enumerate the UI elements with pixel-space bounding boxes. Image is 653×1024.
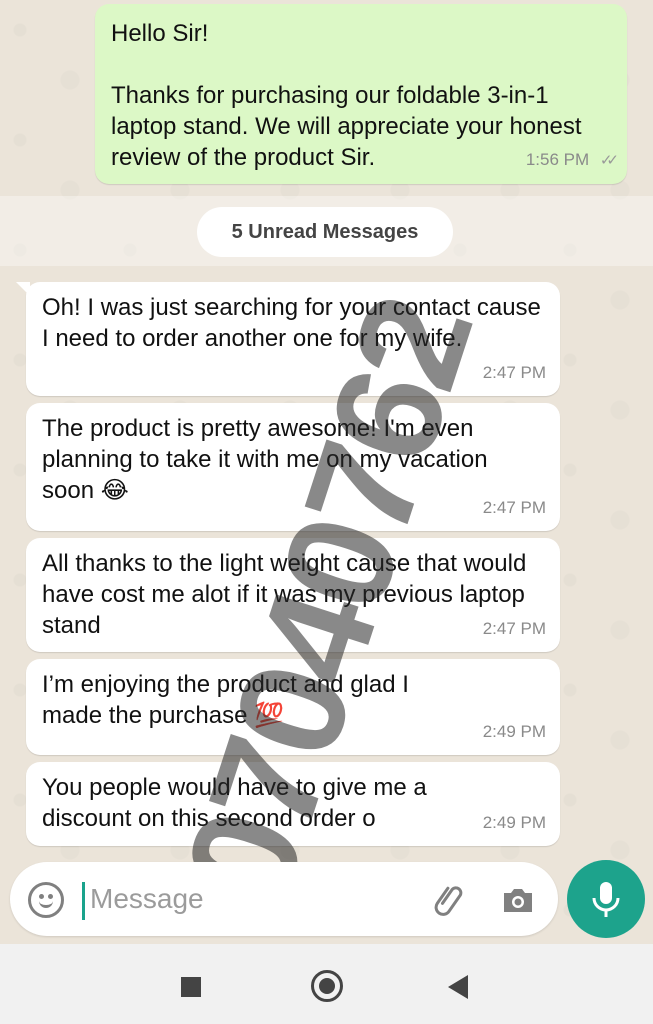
camera-svg [504, 889, 532, 912]
message-time: 2:49 PM [482, 813, 546, 832]
back-icon[interactable] [448, 975, 468, 999]
message-text: All thanks to the light weight cause tha… [42, 550, 533, 639]
message-time: 2:47 PM [482, 619, 546, 638]
message-text: I’m enjoying the product and glad I made… [42, 671, 416, 729]
message-text: You people would have to give me a disco… [42, 774, 434, 832]
unread-messages-label: 5 Unread Messages [197, 207, 453, 257]
message-time: 2:49 PM [482, 722, 546, 741]
text-cursor [82, 882, 85, 920]
chat-area: Hello Sir! Thanks for purchasing our fol… [0, 0, 653, 944]
message-time: 1:56 PM [525, 150, 590, 169]
message-composer [10, 862, 558, 936]
bubble-tail [16, 282, 30, 296]
message-text: The product is pretty awesome! I'm even … [42, 415, 495, 504]
home-icon[interactable] [311, 970, 343, 1002]
incoming-message[interactable]: I’m enjoying the product and glad I made… [26, 659, 560, 755]
message-input[interactable] [90, 876, 410, 922]
attach-icon[interactable] [430, 880, 470, 920]
incoming-message[interactable]: You people would have to give me a disco… [26, 762, 560, 846]
incoming-message[interactable]: Oh! I was just searching for your contac… [16, 282, 560, 396]
system-navigation-bar [0, 944, 653, 1024]
double-check-icon: ✓✓ [599, 152, 619, 169]
emoji-icon[interactable] [28, 882, 64, 918]
attach-svg [434, 886, 463, 916]
camera-icon[interactable] [498, 880, 538, 920]
message-time: 2:47 PM [482, 498, 546, 517]
mic-button[interactable] [567, 860, 645, 938]
message-time: 2:47 PM [482, 363, 546, 382]
incoming-message[interactable]: The product is pretty awesome! I'm even … [26, 403, 560, 531]
emoji-mouth [39, 900, 53, 908]
recent-apps-icon[interactable] [181, 977, 201, 997]
message-text: Oh! I was just searching for your contac… [42, 294, 548, 352]
message-meta: 1:56 PM ✓✓ [525, 144, 619, 176]
incoming-message[interactable]: All thanks to the light weight cause tha… [26, 538, 560, 652]
outgoing-message[interactable]: Hello Sir! Thanks for purchasing our fol… [95, 4, 627, 184]
mic-icon [592, 882, 620, 917]
